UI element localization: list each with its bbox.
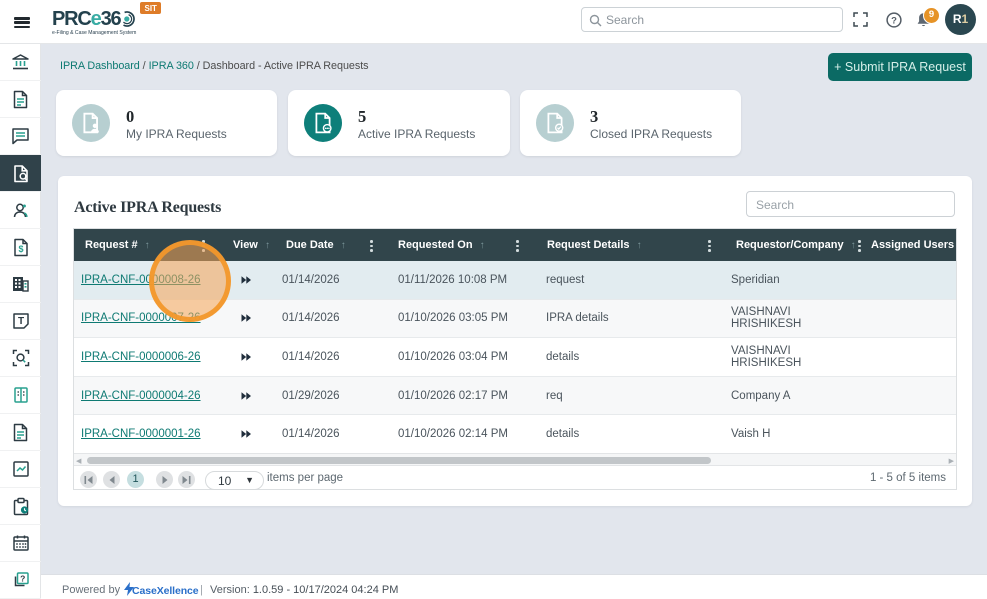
svg-text:$: $: [18, 244, 23, 254]
svg-text:?: ?: [891, 15, 897, 26]
svg-text:T: T: [17, 316, 23, 327]
svg-text:?: ?: [20, 574, 25, 584]
